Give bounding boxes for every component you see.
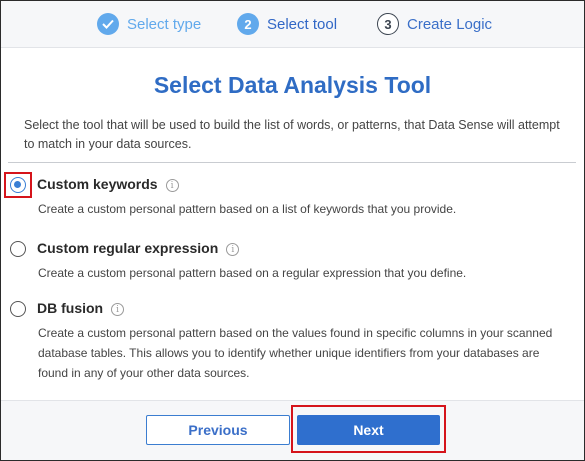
option-title: DB fusion xyxy=(37,300,104,316)
page-description: Select the tool that will be used to bui… xyxy=(24,118,560,151)
checkmark-icon xyxy=(97,13,119,35)
step-select-type[interactable]: Select type xyxy=(97,13,201,35)
dialog-frame xyxy=(0,0,585,461)
divider xyxy=(8,162,576,163)
radio-db-fusion[interactable] xyxy=(10,301,26,317)
step-select-tool[interactable]: 2 Select tool xyxy=(237,13,337,35)
highlight-box-next xyxy=(291,405,446,453)
previous-button[interactable]: Previous xyxy=(146,415,290,445)
step-number: 3 xyxy=(377,13,399,35)
option-description: Create a custom personal pattern based o… xyxy=(38,326,553,380)
highlight-box-radio xyxy=(4,172,32,198)
info-icon[interactable]: i xyxy=(165,179,179,192)
step-label: Select tool xyxy=(267,15,338,33)
info-icon[interactable]: i xyxy=(111,303,125,316)
info-icon[interactable]: i xyxy=(226,243,240,256)
step-number: 2 xyxy=(237,13,259,35)
option-title: Custom regular expression xyxy=(37,240,219,256)
wizard-stepper: Select type 2 Select tool 3 Create Logic xyxy=(1,1,584,48)
step-create-logic[interactable]: 3 Create Logic xyxy=(377,13,492,35)
page-title: Select Data Analysis Tool xyxy=(153,72,432,98)
option-description: Create a custom personal pattern based o… xyxy=(38,266,467,280)
radio-custom-regular-expression[interactable] xyxy=(10,241,26,257)
step-label: Select type xyxy=(127,15,202,33)
option-description: Create a custom personal pattern based o… xyxy=(38,202,457,216)
option-title: Custom keywords xyxy=(37,176,158,192)
step-label: Create Logic xyxy=(407,15,493,33)
